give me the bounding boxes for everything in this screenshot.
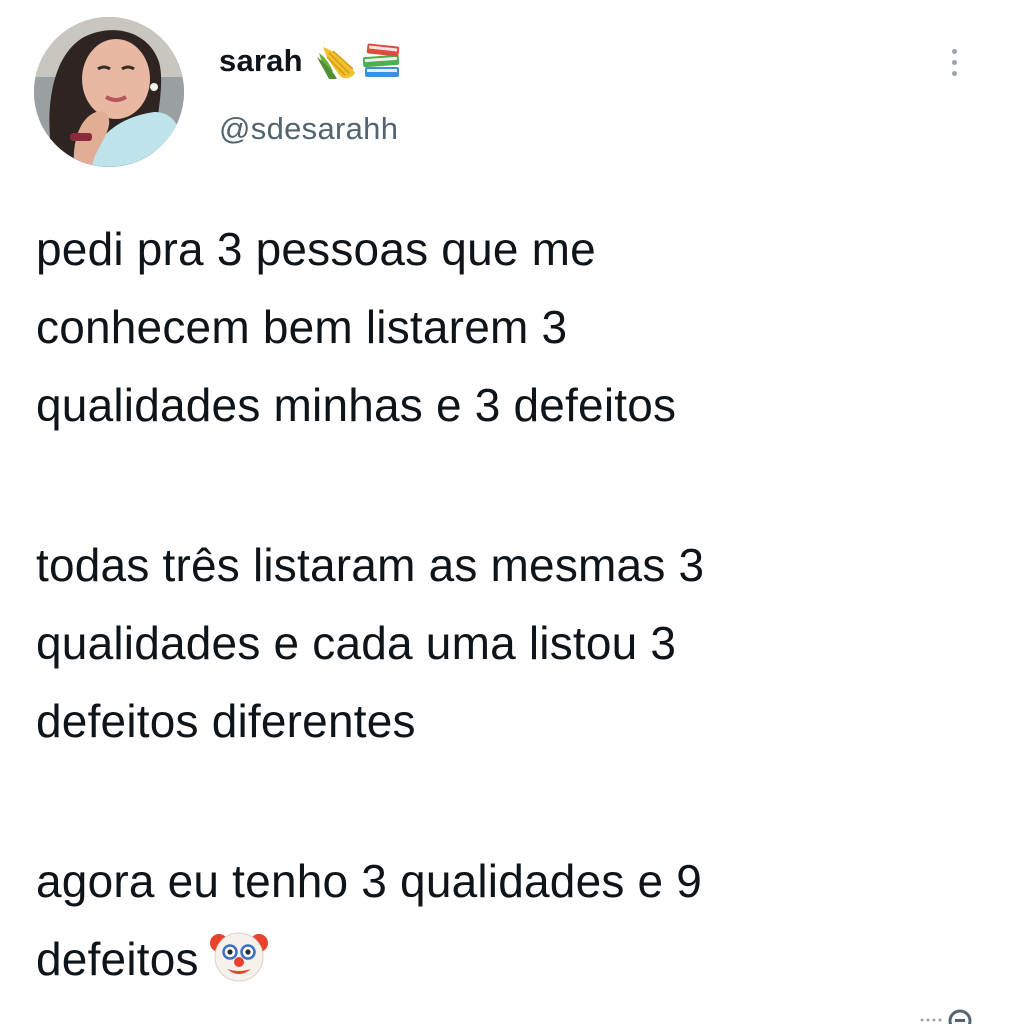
author-handle[interactable]: @sdesarahh xyxy=(219,111,398,147)
tweet-text-line: agora eu tenho 3 qualidades e 9 xyxy=(36,855,703,907)
avatar[interactable] xyxy=(34,17,184,167)
paragraph-break xyxy=(36,760,986,842)
name-emojis xyxy=(315,41,405,81)
corn-icon xyxy=(315,41,359,81)
tweet-text: pedi pra 3 pessoas que me conhecem bem l… xyxy=(36,210,986,998)
paragraph-break xyxy=(36,444,986,526)
tweet-text-last-line: defeitos xyxy=(36,920,986,998)
author-name-row[interactable]: sarah xyxy=(219,38,405,84)
tweet-text-segment: defeitos xyxy=(36,933,199,985)
display-name[interactable]: sarah xyxy=(219,43,303,79)
more-options-button[interactable] xyxy=(940,40,968,84)
vertical-dots-icon xyxy=(951,48,957,54)
tweet-text-line: pedi pra 3 pessoas que me xyxy=(36,223,596,275)
tweet-text-line: qualidades e cada uma listou 3 xyxy=(36,617,677,669)
tweet-text-line: qualidades minhas e 3 defeitos xyxy=(36,379,677,431)
clown-face-icon xyxy=(209,925,269,985)
avatar-photo xyxy=(34,17,184,167)
tweet-text-line: conhecem bem listarem 3 xyxy=(36,301,568,353)
tweet-text-line: todas três listaram as mesmas 3 xyxy=(36,539,705,591)
tweet-card: sarah @sdesarahh pedi pra 3 pessoas que … xyxy=(0,0,1010,1024)
books-icon xyxy=(361,41,405,81)
partial-action-icon xyxy=(918,1003,978,1024)
tweet-text-line: defeitos diferentes xyxy=(36,695,416,747)
